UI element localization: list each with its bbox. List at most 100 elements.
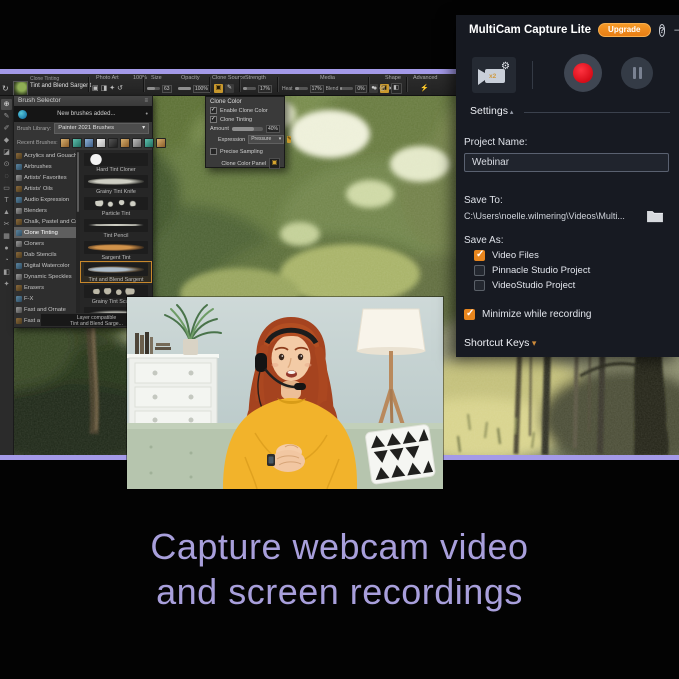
brush-tool-icon[interactable]: ✎ <box>1 111 12 122</box>
folder-icon[interactable] <box>646 208 664 223</box>
brush-category-item[interactable]: Artists' Oils <box>14 183 76 194</box>
magnifier-tool-icon[interactable]: ⊙ <box>1 159 12 170</box>
shape-ring-icon[interactable]: ◎ <box>379 85 385 92</box>
shortcut-keys-toggle[interactable]: Shortcut Keys <box>464 337 536 349</box>
brush-variant-item[interactable]: Tint and Blend Sargent <box>80 261 152 283</box>
amount-slider[interactable] <box>232 127 263 131</box>
brush-dab-preview[interactable] <box>13 81 28 96</box>
heat-value[interactable]: 17% <box>310 85 324 93</box>
hand-tool-icon[interactable]: ● <box>1 243 12 254</box>
brush-category-item[interactable]: Cloners <box>14 238 76 249</box>
photo-art-buttons[interactable]: ▣ ◨ ✦ ↺ <box>92 83 123 94</box>
save-to-path[interactable]: C:\Users\noelle.wilmering\Videos\Multi..… <box>464 211 625 221</box>
shape-round-icon[interactable]: ● <box>373 85 377 92</box>
recent-brush-chip[interactable] <box>120 138 130 148</box>
opacity-value[interactable]: 100% <box>193 85 210 93</box>
shape-tool-icon[interactable]: ▲ <box>1 207 12 218</box>
fill-tool-icon[interactable]: ◆ <box>1 135 12 146</box>
dismiss-notification-icon[interactable]: • <box>146 111 148 118</box>
save-as-option[interactable]: VideoStudio Project <box>474 278 674 293</box>
clone-brush-button[interactable]: ✎ <box>225 84 234 93</box>
recent-brush-chip[interactable] <box>84 138 94 148</box>
new-brushes-notification[interactable]: New brushes added... • <box>14 106 152 122</box>
source-image-icon[interactable]: ✦ <box>109 85 115 92</box>
brush-library-dropdown[interactable]: Painter 2021 Brushes ▾ <box>54 123 149 134</box>
expression-dropdown[interactable]: Pressure ▾ <box>248 135 284 144</box>
recent-brush-chip[interactable] <box>72 138 82 148</box>
brush-category-item[interactable]: Blenders <box>14 205 76 216</box>
brush-category-item[interactable]: Artists' Favorites <box>14 172 76 183</box>
blend-value[interactable]: 0% <box>355 85 366 93</box>
tracing-paper-icon[interactable]: ◨ <box>101 85 108 92</box>
project-name-input[interactable]: Webinar <box>464 153 669 172</box>
brush-category-item[interactable]: Chalk, Pastel and Crayons <box>14 216 76 227</box>
minimize-while-recording-option[interactable]: Minimize while recording <box>464 307 674 322</box>
size-value[interactable]: 63 <box>162 85 172 93</box>
brush-category-item[interactable]: Airbrushes <box>14 161 76 172</box>
upgrade-button[interactable]: Upgrade <box>598 23 650 37</box>
recent-brush-chip[interactable] <box>132 138 142 148</box>
grid-tool-icon[interactable]: ▦ <box>1 231 12 242</box>
brush-category-item[interactable]: Dynamic Speckles <box>14 271 76 282</box>
camera-source-button[interactable]: ⚙ x2 <box>472 57 516 93</box>
eraser-tool-icon[interactable]: ◪ <box>1 147 12 158</box>
active-brush-variant[interactable]: Clone Tinting Tint and Blend Sargent <box>30 76 91 89</box>
brush-variant-item[interactable]: Particle Tint <box>80 195 152 217</box>
pause-button[interactable] <box>621 57 653 89</box>
clone-color-panel-button[interactable]: ▣ <box>269 158 280 169</box>
crop-tool-icon[interactable]: ▭ <box>1 183 12 194</box>
minimize-icon[interactable]: – <box>674 25 679 35</box>
media-gradient-icon[interactable]: ◧ <box>391 83 402 94</box>
brush-category-item[interactable]: Dab Stencils <box>14 249 76 260</box>
brush-variant-item[interactable]: Sargent Tint <box>80 239 152 261</box>
brush-selector-header[interactable]: Brush Selector ≡ <box>14 96 152 106</box>
quick-clone-icon[interactable]: ▣ <box>92 85 99 92</box>
strength-slider[interactable] <box>243 87 256 90</box>
recent-brush-chip[interactable] <box>108 138 118 148</box>
amount-value[interactable]: 40% <box>266 125 280 133</box>
lasso-tool-icon[interactable]: ◌ <box>1 171 12 182</box>
strength-value[interactable]: 17% <box>258 85 272 93</box>
blend-slider[interactable] <box>340 87 353 90</box>
checkbox[interactable] <box>474 265 485 276</box>
brush-variant-item[interactable]: Hard Tint Cloner <box>80 151 152 173</box>
checkbox[interactable] <box>210 107 217 114</box>
brush-category-item[interactable]: Acrylics and Gouache <box>14 150 76 161</box>
help-icon[interactable]: ? <box>659 24 666 37</box>
brush-variant-item[interactable]: Tint Pencil <box>80 217 152 239</box>
undo-icon[interactable]: ↻ <box>2 85 9 93</box>
size-slider[interactable] <box>147 87 160 90</box>
brush-category-item[interactable]: Erasers <box>14 282 76 293</box>
opacity-slider[interactable] <box>178 87 191 90</box>
move-tool-icon[interactable]: ⊕ <box>1 99 12 110</box>
mirror-tool-icon[interactable]: ◧ <box>1 267 12 278</box>
text-tool-icon[interactable]: T <box>1 195 12 206</box>
recent-brush-chip[interactable] <box>144 138 154 148</box>
panel-menu-icon[interactable]: ≡ <box>144 96 148 106</box>
scissors-tool-icon[interactable]: ✂ <box>1 219 12 230</box>
checkbox[interactable] <box>474 250 485 261</box>
save-as-option[interactable]: Pinnacle Studio Project <box>474 263 674 278</box>
brush-category-item[interactable]: Audio Expression <box>14 194 76 205</box>
clone-source-button[interactable]: ▣ <box>214 84 223 93</box>
brush-category-item[interactable]: F-X <box>14 293 76 304</box>
shape-angle-icon[interactable]: ◑ <box>387 85 391 92</box>
recent-brush-chip[interactable] <box>60 138 70 148</box>
checkbox[interactable] <box>464 309 475 320</box>
settings-toggle[interactable]: Settings <box>470 105 513 117</box>
expression-settings-icon[interactable]: ✎ <box>287 136 291 143</box>
checkbox[interactable] <box>474 280 485 291</box>
heat-slider[interactable] <box>295 87 308 90</box>
recent-brush-chip[interactable] <box>96 138 106 148</box>
save-as-option[interactable]: Video Files <box>474 248 674 263</box>
brush-variant-item[interactable]: Grainy Tint Knife <box>80 173 152 195</box>
brush-category-item[interactable]: Digital Watercolor <box>14 260 76 271</box>
restore-icon[interactable]: ↺ <box>117 85 123 92</box>
dropper-tool-icon[interactable]: ✐ <box>1 123 12 134</box>
record-button[interactable] <box>564 54 602 92</box>
checkbox[interactable] <box>210 148 217 155</box>
brush-category-item[interactable]: Clone Tinting <box>14 227 76 238</box>
advanced-brush-icon[interactable]: ⚡ <box>420 85 429 92</box>
rotate-tool-icon[interactable]: ◔ <box>1 255 12 266</box>
checkbox[interactable] <box>210 116 217 123</box>
